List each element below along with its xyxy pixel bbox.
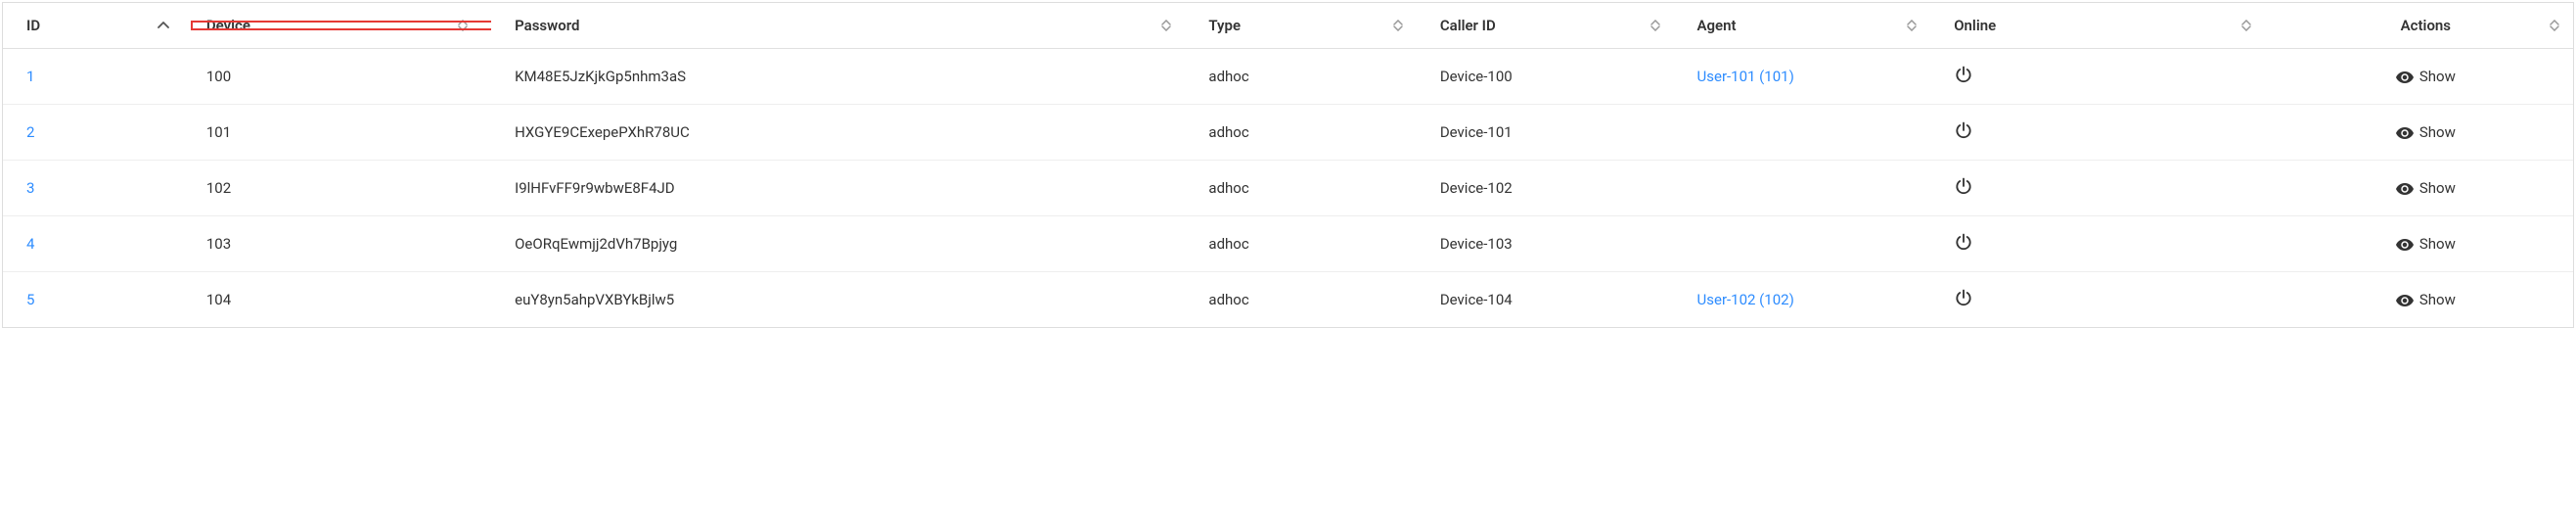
header-actions[interactable]: Actions xyxy=(2265,3,2573,49)
id-link[interactable]: 5 xyxy=(26,291,34,308)
type-value: adhoc xyxy=(1208,291,1248,308)
sort-icon xyxy=(1907,20,1917,31)
show-button[interactable]: Show xyxy=(2396,68,2456,85)
show-label: Show xyxy=(2419,291,2456,308)
callerid-value: Device-104 xyxy=(1440,291,1513,308)
header-agent-label: Agent xyxy=(1697,17,1737,34)
power-icon[interactable] xyxy=(1954,65,1973,84)
show-button[interactable]: Show xyxy=(2396,235,2456,253)
id-link[interactable]: 2 xyxy=(26,123,34,141)
show-label: Show xyxy=(2419,235,2456,253)
type-value: adhoc xyxy=(1208,68,1248,85)
password-value: euY8yn5ahpVXBYkBjlw5 xyxy=(515,291,674,308)
header-online-label: Online xyxy=(1954,17,1996,34)
table-row: 1 100 KM48E5JzKjkGp5nhm3aS adhoc Device-100 U… xyxy=(3,49,2573,105)
eye-icon xyxy=(2396,68,2414,85)
header-password[interactable]: Password xyxy=(491,3,1185,49)
table-row: 5 104 euY8yn5ahpVXBYkBjlw5 adhoc Device-104 U… xyxy=(3,272,2573,328)
power-icon[interactable] xyxy=(1954,232,1973,252)
agent-link[interactable]: User-102 (102) xyxy=(1697,291,1794,308)
table-row: 4 103 OeORqEwmjj2dVh7Bpjyg adhoc Device-103 S… xyxy=(3,216,2573,272)
callerid-value: Device-102 xyxy=(1440,179,1513,197)
agent-link[interactable]: User-101 (101) xyxy=(1697,68,1794,85)
callerid-value: Device-103 xyxy=(1440,235,1513,253)
device-value: 102 xyxy=(206,179,231,197)
eye-icon xyxy=(2396,235,2414,253)
table-row: 3 102 I9lHFvFF9r9wbwE8F4JD adhoc Device-102 S… xyxy=(3,161,2573,216)
header-callerid[interactable]: Caller ID xyxy=(1417,3,1674,49)
sort-icon xyxy=(2550,20,2559,31)
power-icon[interactable] xyxy=(1954,288,1973,307)
sort-asc-icon xyxy=(158,22,169,29)
header-id[interactable]: ID xyxy=(3,3,183,49)
header-id-label: ID xyxy=(26,17,40,34)
eye-icon xyxy=(2396,179,2414,197)
password-value: OeORqEwmjj2dVh7Bpjyg xyxy=(515,235,677,253)
type-value: adhoc xyxy=(1208,123,1248,141)
sort-icon xyxy=(1161,20,1171,31)
show-label: Show xyxy=(2419,179,2456,197)
show-button[interactable]: Show xyxy=(2396,123,2456,141)
callerid-value: Device-101 xyxy=(1440,123,1513,141)
table-header: ID Device Password xyxy=(3,3,2573,49)
type-value: adhoc xyxy=(1208,235,1248,253)
id-link[interactable]: 4 xyxy=(26,235,34,253)
type-value: adhoc xyxy=(1208,179,1248,197)
header-callerid-label: Caller ID xyxy=(1440,17,1496,34)
sort-icon xyxy=(1650,20,1660,31)
header-online[interactable]: Online xyxy=(1930,3,2265,49)
sort-icon xyxy=(458,20,468,31)
device-value: 103 xyxy=(206,235,231,253)
id-link[interactable]: 1 xyxy=(26,68,34,85)
show-button[interactable]: Show xyxy=(2396,291,2456,308)
header-password-label: Password xyxy=(515,17,579,34)
header-device-label: Device xyxy=(206,17,250,34)
header-agent[interactable]: Agent xyxy=(1674,3,1931,49)
password-value: I9lHFvFF9r9wbwE8F4JD xyxy=(515,179,675,197)
sort-icon xyxy=(1393,20,1403,31)
show-button[interactable]: Show xyxy=(2396,179,2456,197)
device-value: 101 xyxy=(206,123,231,141)
power-icon[interactable] xyxy=(1954,120,1973,140)
eye-icon xyxy=(2396,291,2414,308)
table-body: 1 100 KM48E5JzKjkGp5nhm3aS adhoc Device-100 U… xyxy=(3,49,2573,328)
device-value: 104 xyxy=(206,291,231,308)
power-icon[interactable] xyxy=(1954,176,1973,196)
sort-icon xyxy=(2241,20,2251,31)
password-value: HXGYE9CExepePXhR78UC xyxy=(515,123,690,141)
table-row: 2 101 HXGYE9CExepePXhR78UC adhoc Device-101 S… xyxy=(3,105,2573,161)
id-link[interactable]: 3 xyxy=(26,179,34,197)
callerid-value: Device-100 xyxy=(1440,68,1513,85)
show-label: Show xyxy=(2419,68,2456,85)
header-actions-label: Actions xyxy=(2401,17,2451,34)
header-device[interactable]: Device xyxy=(183,3,491,49)
header-type-label: Type xyxy=(1208,17,1241,34)
devices-table: ID Device Password xyxy=(2,2,2574,328)
header-type[interactable]: Type xyxy=(1185,3,1416,49)
password-value: KM48E5JzKjkGp5nhm3aS xyxy=(515,68,686,85)
eye-icon xyxy=(2396,123,2414,141)
device-value: 100 xyxy=(206,68,231,85)
show-label: Show xyxy=(2419,123,2456,141)
